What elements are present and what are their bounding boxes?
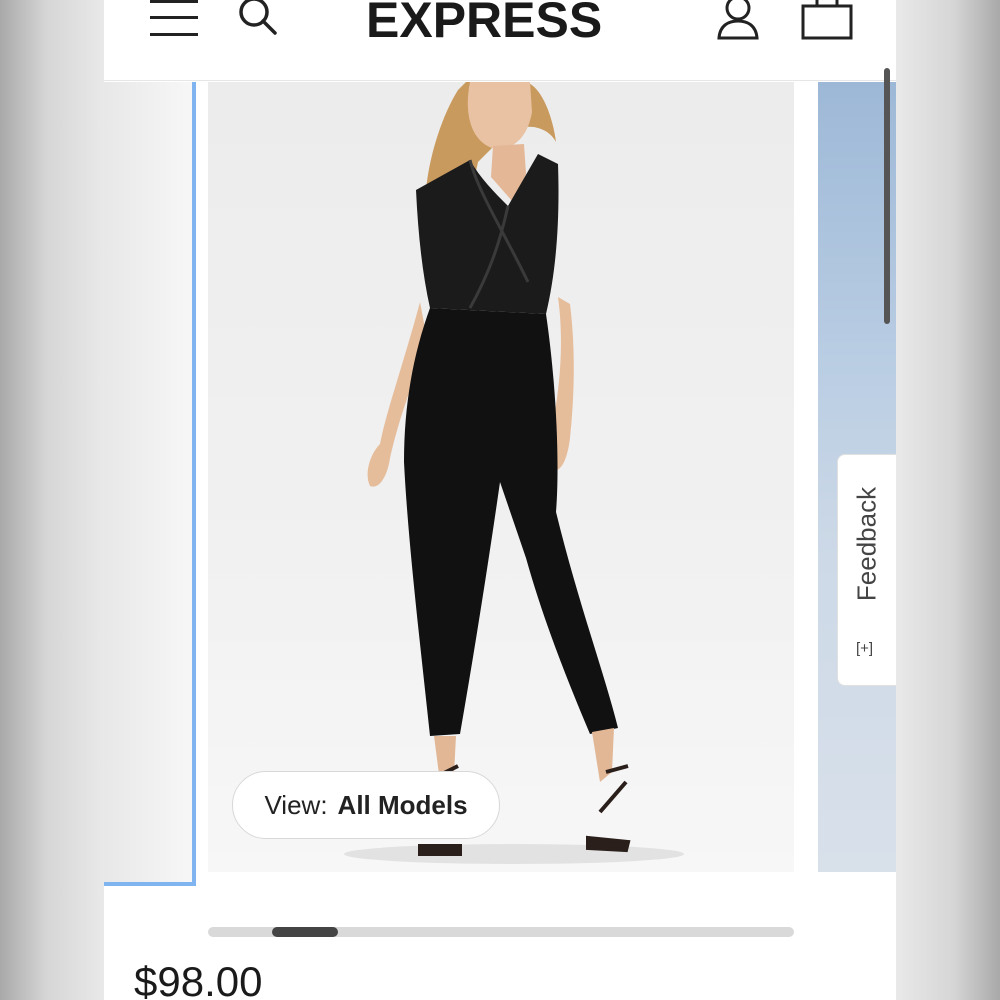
product-image-carousel[interactable]: View: All Models — [104, 82, 896, 886]
backdrop-right — [896, 0, 1000, 1000]
view-value: All Models — [337, 789, 468, 820]
feedback-label: Feedback — [851, 486, 882, 602]
carousel-scroll-thumb[interactable] — [272, 927, 338, 937]
shopping-bag-icon[interactable] — [800, 0, 854, 47]
backdrop-left — [0, 0, 104, 1000]
product-price: $98.00 — [134, 958, 263, 1000]
feedback-tab[interactable]: Feedback [+] — [837, 454, 896, 686]
site-header: EXPRESS — [104, 0, 896, 81]
page-scrollbar[interactable] — [884, 68, 890, 324]
feedback-expand-icon: [+] — [856, 640, 874, 657]
carousel-scroll-track[interactable] — [208, 927, 794, 937]
view-models-button[interactable]: View: All Models — [232, 771, 500, 839]
previous-slide[interactable] — [104, 82, 196, 886]
phone-screen: EXPRESS View: All Models Feedback [+] $9… — [104, 0, 896, 1000]
model-photo — [344, 82, 684, 864]
account-icon[interactable] — [716, 0, 760, 47]
brand-logo[interactable]: EXPRESS — [366, 0, 602, 50]
search-icon[interactable] — [236, 0, 280, 43]
product-image[interactable] — [208, 82, 794, 872]
menu-icon[interactable] — [150, 0, 198, 40]
view-prefix: View: — [264, 789, 328, 820]
